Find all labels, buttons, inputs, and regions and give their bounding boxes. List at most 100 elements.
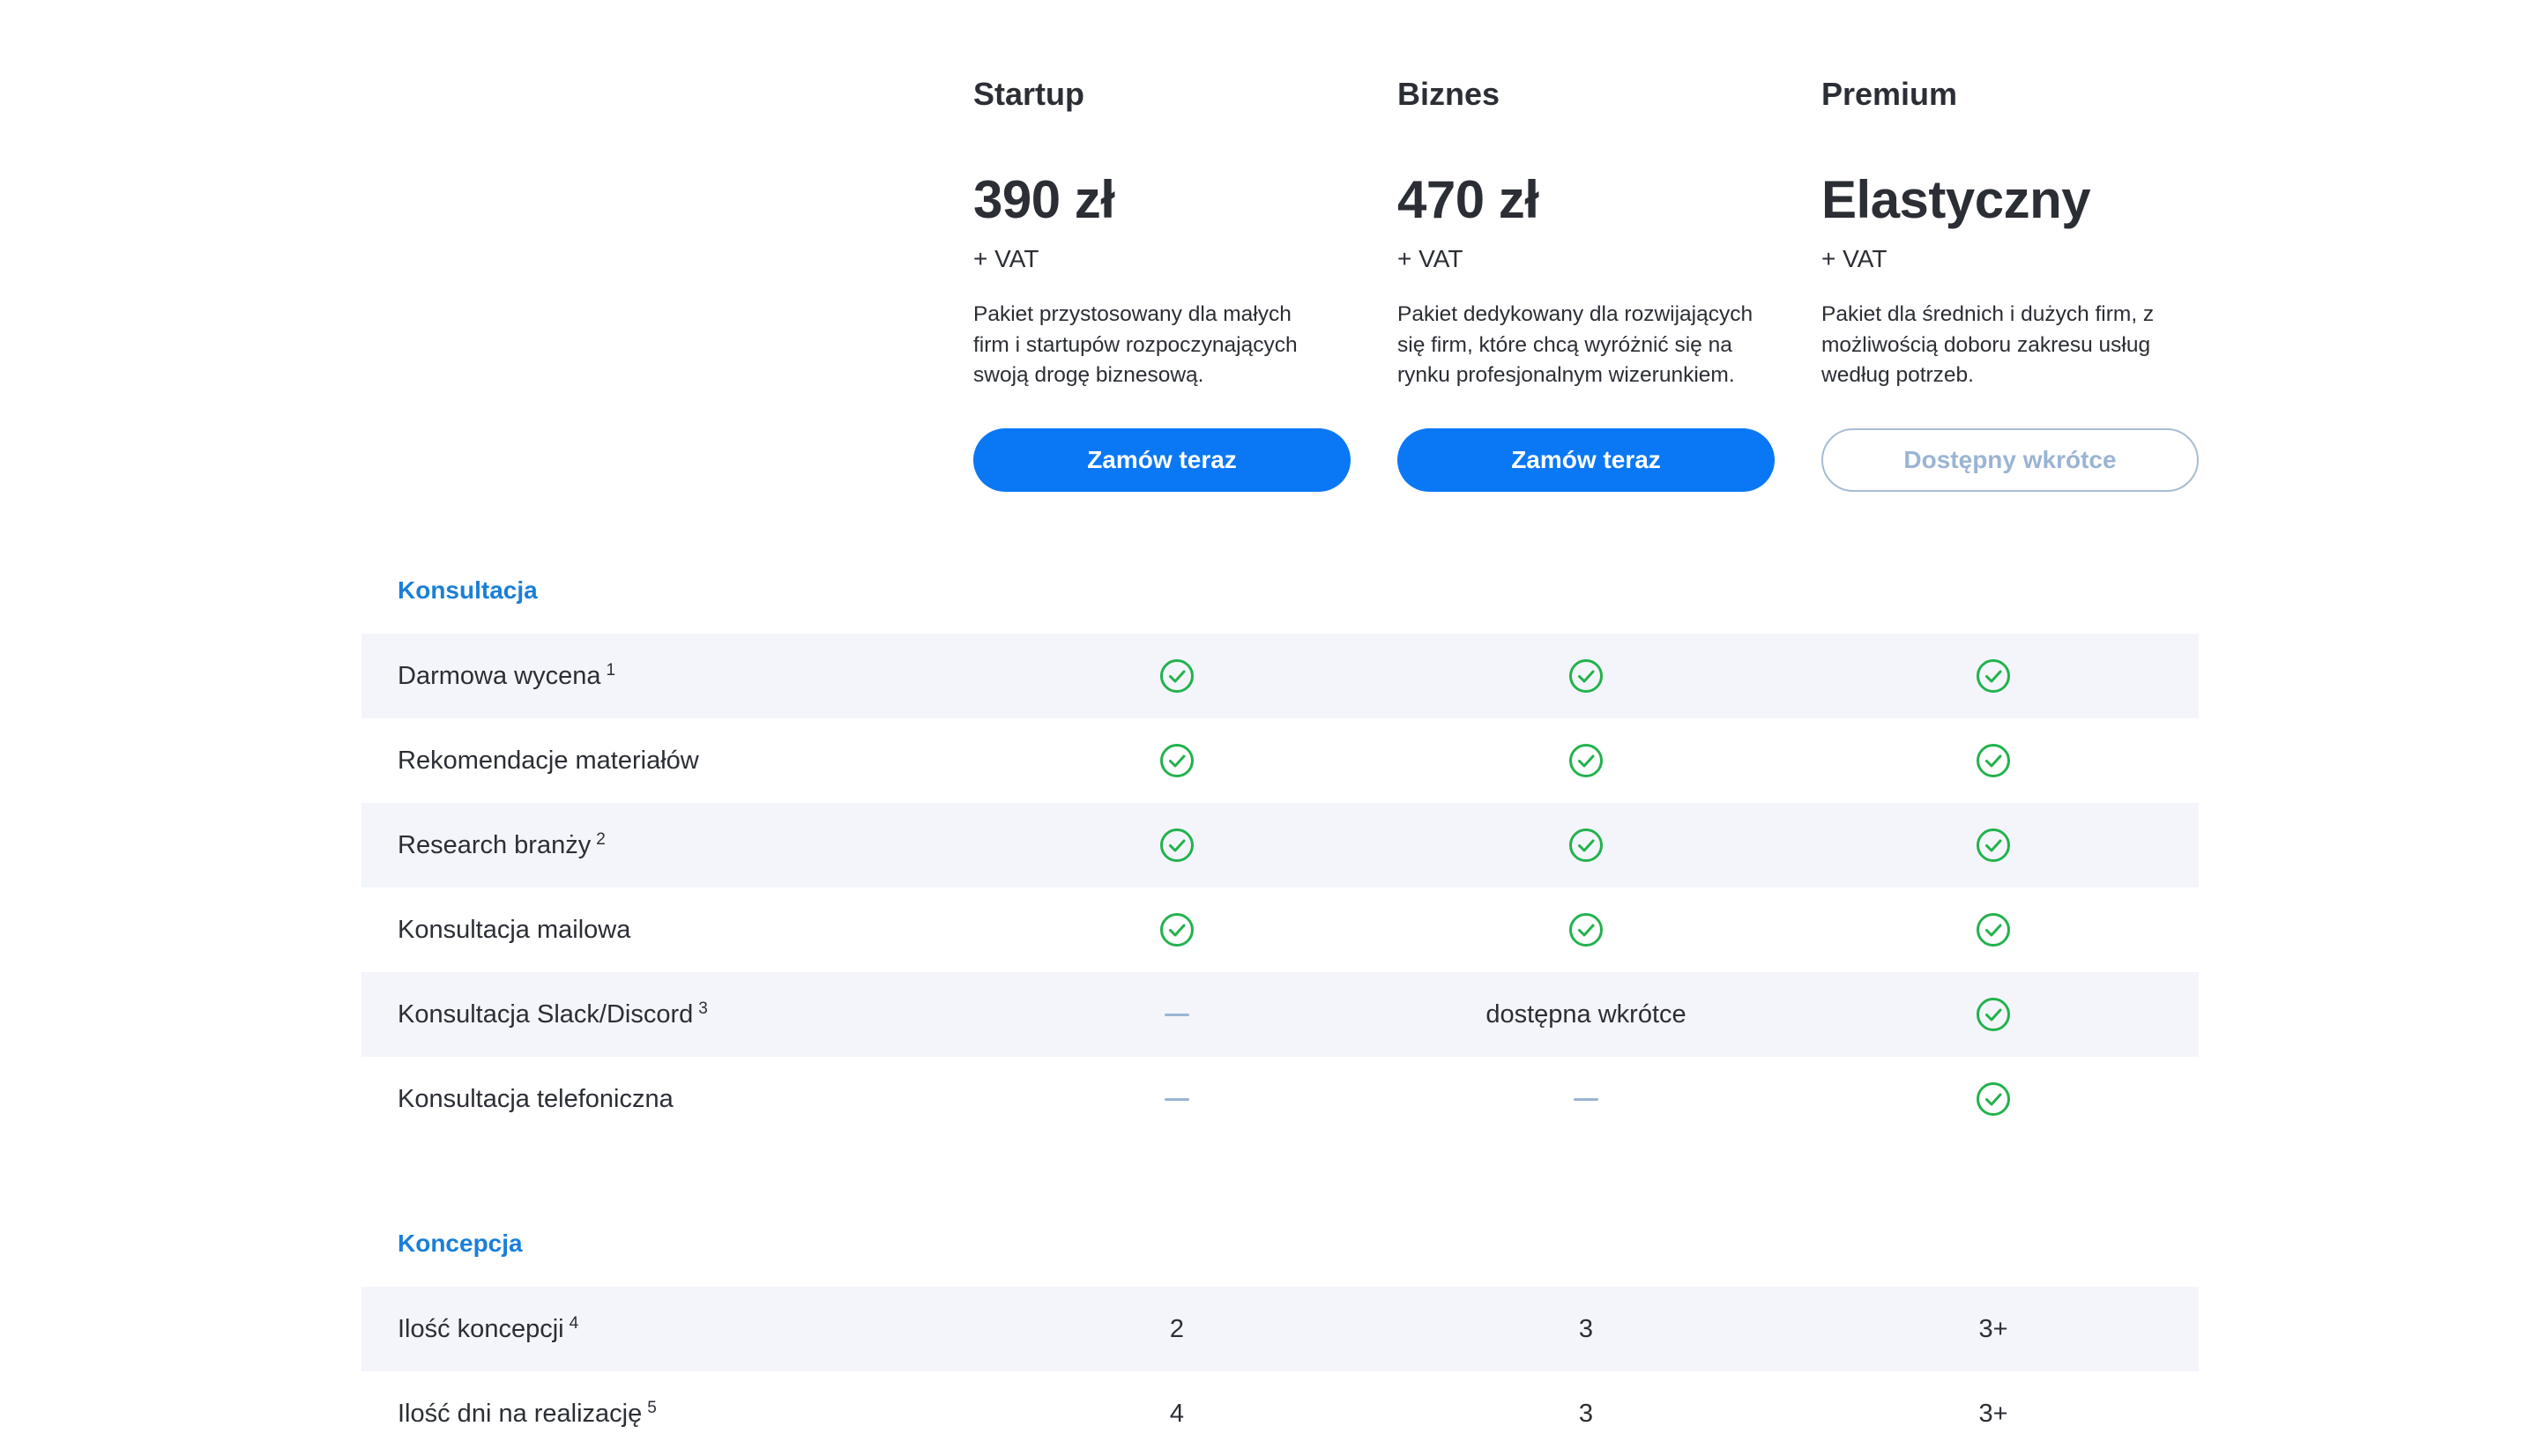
footnote-marker: 4 — [569, 1314, 579, 1333]
feature-row: Ilość dni na realizację 5 4 3 3+ — [361, 1371, 2199, 1456]
feature-label: Rekomendacje materiałów — [398, 718, 699, 803]
feature-cell-startup: 2 — [1089, 1287, 1265, 1371]
plan-description-line: się firm, które chcą wyróżnić się na — [1397, 332, 1732, 357]
check-icon — [1977, 744, 2010, 777]
feature-cell-biznes: 3 — [1498, 1371, 1674, 1456]
cell-value: 2 — [1169, 1314, 1185, 1343]
plan-description-line: rynku profesjonalnym wizerunkiem. — [1397, 363, 1735, 387]
plan-description-line: Pakiet przystosowany dla małych — [973, 302, 1292, 326]
plan-description-line: Pakiet dla średnich i dużych firm, z — [1821, 302, 2155, 326]
feature-label-text: Rekomendacje materiałów — [398, 746, 699, 775]
feature-cell-biznes — [1498, 718, 1674, 803]
cell-value: 3 — [1578, 1314, 1594, 1343]
section-title-konsultacja: Konsultacja — [398, 576, 538, 604]
feature-label: Research branży 2 — [398, 803, 606, 888]
feature-cell-biznes: dostępna wkrótce — [1485, 972, 1686, 1057]
feature-cell-startup — [1089, 1057, 1265, 1141]
section-title-koncepcja: Koncepcja — [398, 1229, 523, 1257]
feature-cell-startup — [1089, 803, 1265, 888]
feature-cell-biznes — [1498, 888, 1674, 972]
feature-cell-premium — [1905, 803, 2081, 888]
feature-row: Konsultacja Slack/Discord 3 dostępna wkró… — [361, 972, 2199, 1057]
footnote-marker: 1 — [606, 661, 616, 680]
feature-row: Konsultacja telefoniczna — [361, 1057, 2199, 1141]
footnote-marker: 5 — [647, 1399, 657, 1417]
check-icon — [1160, 744, 1194, 777]
cell-value: 3+ — [1978, 1314, 2008, 1343]
feature-label-text: Ilość dni na realizację — [398, 1399, 643, 1428]
order-button-biznes[interactable]: Zamów teraz — [1397, 428, 1775, 492]
feature-label-text: Research branży — [398, 830, 592, 859]
feature-label-text: Darmowa wycena — [398, 661, 601, 690]
plan-price: Elastyczny — [1821, 170, 2091, 229]
check-icon — [1977, 828, 2010, 862]
plan-description: Pakiet dedykowany dla rozwijających się … — [1397, 300, 1785, 391]
check-icon — [1569, 828, 1603, 862]
feature-cell-startup: 4 — [1089, 1371, 1265, 1456]
plan-vat: + VAT — [1397, 245, 1463, 272]
cell-value: 3 — [1578, 1399, 1594, 1428]
dash-icon — [1574, 1097, 1598, 1101]
feature-row: Rekomendacje materiałów — [361, 718, 2199, 803]
footnote-marker: 2 — [596, 830, 606, 849]
check-icon — [1977, 913, 2010, 947]
feature-row: Darmowa wycena 1 — [361, 634, 2199, 718]
dash-icon — [1165, 1013, 1189, 1016]
check-icon — [1160, 828, 1194, 862]
dash-icon — [1165, 1097, 1189, 1101]
feature-cell-biznes — [1498, 1057, 1674, 1141]
feature-cell-startup — [1089, 972, 1265, 1057]
plan-price: 470 zł — [1397, 170, 1539, 229]
feature-cell-premium — [1905, 718, 2081, 803]
feature-label: Ilość dni na realizację 5 — [398, 1371, 657, 1456]
plan-description-line: firm i startupów rozpoczynających — [973, 332, 1298, 357]
feature-label: Konsultacja mailowa — [398, 888, 630, 972]
feature-label-text: Konsultacja telefoniczna — [398, 1084, 674, 1113]
cell-value: 3+ — [1978, 1399, 2008, 1428]
plan-vat: + VAT — [1821, 245, 1887, 272]
check-icon — [1977, 1082, 2010, 1116]
plan-name: Startup — [973, 76, 1084, 112]
plan-description-line: Pakiet dedykowany dla rozwijających — [1397, 302, 1753, 326]
plan-description-line: według potrzeb. — [1821, 363, 1974, 387]
feature-cell-startup — [1089, 718, 1265, 803]
check-icon — [1160, 659, 1194, 693]
plan-name: Biznes — [1397, 76, 1500, 112]
feature-label: Konsultacja telefoniczna — [398, 1057, 674, 1141]
feature-cell-premium — [1905, 634, 2081, 718]
check-icon — [1569, 744, 1603, 777]
feature-cell-biznes: 3 — [1498, 1287, 1674, 1371]
plan-vat: + VAT — [973, 245, 1039, 272]
feature-label-text: Ilość koncepcji — [398, 1314, 564, 1343]
plan-description: Pakiet dla średnich i dużych firm, z moż… — [1821, 300, 2209, 391]
coming-soon-button-premium[interactable]: Dostępny wkrótce — [1821, 428, 2199, 492]
feature-cell-biznes — [1498, 803, 1674, 888]
plan-description-line: swoją drogę biznesową. — [973, 363, 1204, 387]
feature-row: Research branży 2 — [361, 803, 2199, 888]
feature-cell-biznes — [1498, 634, 1674, 718]
plan-name: Premium — [1821, 76, 1958, 112]
feature-label-text: Konsultacja Slack/Discord — [398, 999, 694, 1029]
order-button-startup[interactable]: Zamów teraz — [973, 428, 1351, 492]
check-icon — [1977, 659, 2010, 693]
feature-cell-premium — [1905, 888, 2081, 972]
feature-cell-startup — [1089, 888, 1265, 972]
plan-description: Pakiet przystosowany dla małych firm i s… — [973, 300, 1361, 391]
plan-price: 390 zł — [973, 170, 1115, 229]
cell-value: dostępna wkrótce — [1485, 999, 1686, 1029]
check-icon — [1160, 913, 1194, 947]
cell-value: 4 — [1169, 1399, 1185, 1428]
check-icon — [1569, 659, 1603, 693]
feature-cell-premium: 3+ — [1905, 1371, 2081, 1456]
check-icon — [1569, 913, 1603, 947]
feature-cell-startup — [1089, 634, 1265, 718]
feature-row: Ilość koncepcji 4 2 3 3+ — [361, 1287, 2199, 1371]
feature-cell-premium: 3+ — [1905, 1287, 2081, 1371]
feature-cell-premium — [1905, 972, 2081, 1057]
feature-label: Darmowa wycena 1 — [398, 634, 615, 718]
feature-label-text: Konsultacja mailowa — [398, 915, 631, 944]
feature-label: Ilość koncepcji 4 — [398, 1287, 578, 1371]
footnote-marker: 3 — [698, 999, 708, 1018]
check-icon — [1977, 998, 2010, 1031]
plan-description-line: możliwością doboru zakresu usług — [1821, 332, 2151, 357]
